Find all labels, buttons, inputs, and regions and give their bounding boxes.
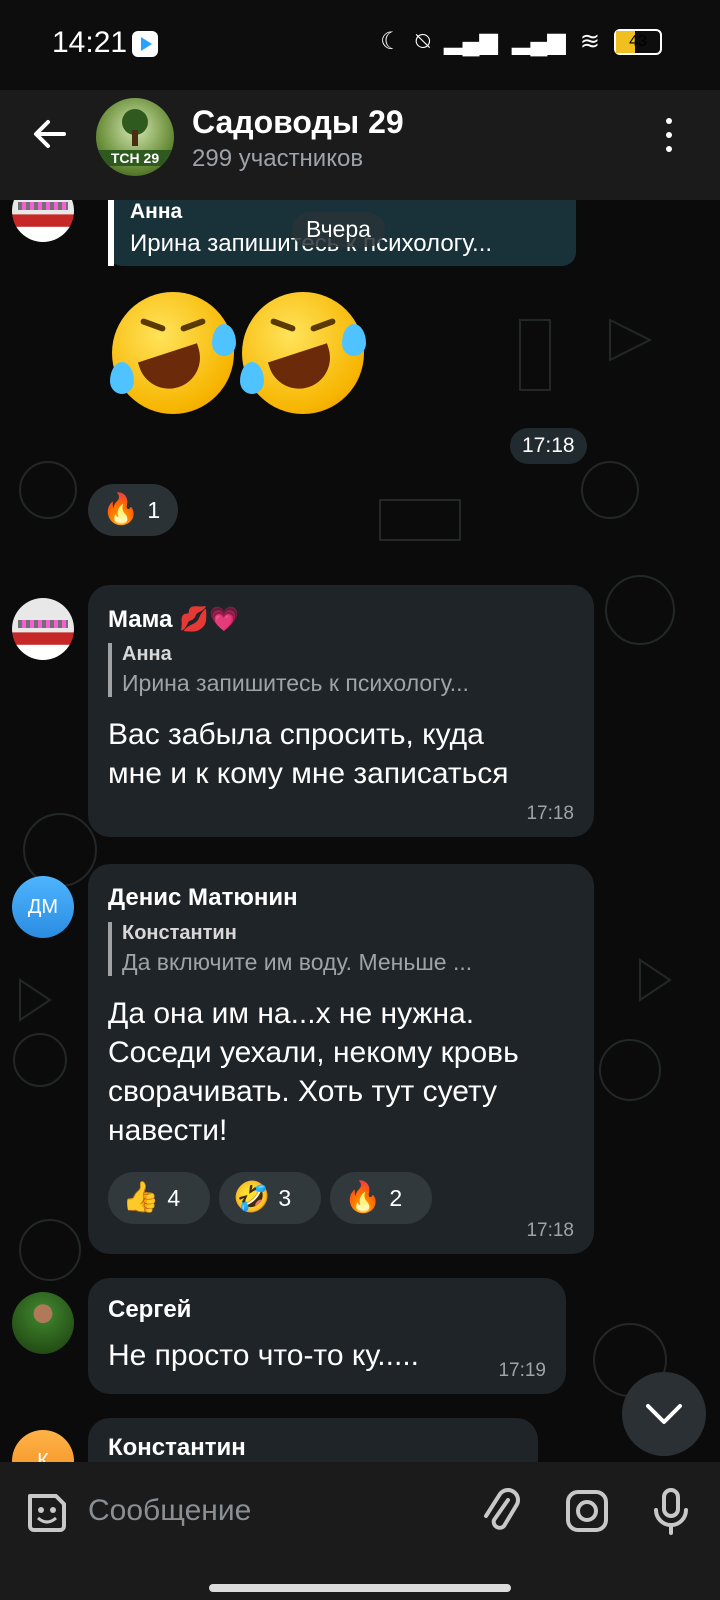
message-input[interactable]: Сообщение xyxy=(88,1484,448,1538)
reaction-count: 2 xyxy=(389,1184,403,1211)
message-time: 17:18 xyxy=(510,428,587,464)
status-icons: ☾ ⍉ ▂▄▆ ▂▄▆ ≋ 43 xyxy=(380,27,662,57)
message-time: 17:18 xyxy=(526,803,574,824)
muted-alarm-icon: ⍉ xyxy=(415,28,431,55)
reaction-chip[interactable]: 🔥 1 xyxy=(88,484,178,536)
avatar[interactable] xyxy=(12,1292,74,1354)
camera-icon[interactable] xyxy=(562,1486,612,1536)
play-store-icon xyxy=(132,31,158,57)
message-author[interactable]: Константин xyxy=(108,1434,246,1462)
fire-icon: 🔥 xyxy=(344,1181,382,1214)
paperclip-icon[interactable] xyxy=(476,1486,526,1536)
laughing-icon: 🤣 xyxy=(233,1181,271,1214)
group-avatar-label: ТСН 29 xyxy=(96,150,174,166)
thumbs-up-icon: 👍 xyxy=(122,1181,160,1214)
microphone-icon[interactable] xyxy=(646,1486,696,1536)
battery-icon: 43 xyxy=(614,29,662,55)
moon-icon: ☾ xyxy=(380,28,402,55)
date-separator: Вчера xyxy=(292,212,385,247)
participants-count: 299 участников xyxy=(192,145,364,172)
chat-header: ТСН 29 Садоводы 29 299 участников xyxy=(0,90,720,200)
signal-icon-1: ▂▄▆ xyxy=(444,28,498,55)
chat-area[interactable]: Анна Ирина запишитесь к психологу... Вче… xyxy=(0,200,720,1462)
message-text: Не просто что-то ку..... xyxy=(108,1339,419,1372)
sticker-icon[interactable] xyxy=(22,1486,72,1536)
reaction-chip[interactable]: 🤣 3 xyxy=(219,1172,321,1224)
message-text: Вас забыла спросить, куда мне и к кому м… xyxy=(108,718,509,790)
reaction-count: 4 xyxy=(167,1184,181,1211)
reply-author: Анна xyxy=(122,643,172,665)
home-indicator[interactable] xyxy=(209,1584,511,1592)
laughing-emoji xyxy=(240,292,366,414)
laughing-emoji xyxy=(110,292,236,414)
message-time: 17:18 xyxy=(526,1220,574,1241)
status-bar: 14:21 ☾ ⍉ ▂▄▆ ▂▄▆ ≋ 43 xyxy=(0,0,720,90)
message-bubble[interactable]: Константин xyxy=(88,1418,538,1462)
message-bubble[interactable]: Денис Матюнин Константин Да включите им … xyxy=(88,864,594,1254)
status-time: 14:21 xyxy=(52,26,128,59)
chat-title[interactable]: Садоводы 29 xyxy=(192,104,404,141)
signal-icon-2: ▂▄▆ xyxy=(511,28,566,55)
reaction-count: 3 xyxy=(278,1184,292,1211)
reaction-count: 1 xyxy=(147,496,161,523)
back-arrow-icon[interactable] xyxy=(28,112,72,156)
wifi-icon: ≋ xyxy=(579,28,600,55)
message-input-bar: Сообщение xyxy=(0,1462,720,1600)
avatar[interactable] xyxy=(12,598,74,660)
avatar[interactable]: ДМ xyxy=(12,876,74,938)
reply-quote[interactable]: Константин Да включите им воду. Меньше .… xyxy=(108,922,562,976)
message-time: 17:19 xyxy=(498,1360,546,1381)
message-text: Да она им на...х не нужна. Соседи уехали… xyxy=(108,997,519,1147)
message-author[interactable]: Денис Матюнин xyxy=(108,884,298,912)
fire-icon: 🔥 xyxy=(102,493,140,526)
message-author[interactable]: Сергей xyxy=(108,1296,191,1324)
scroll-down-button[interactable] xyxy=(622,1372,706,1456)
reply-quote[interactable]: Анна Ирина запишитесь к психологу... xyxy=(108,643,562,697)
reaction-chip[interactable]: 🔥 2 xyxy=(330,1172,432,1224)
reply-text: Ирина запишитесь к психологу... xyxy=(122,670,469,696)
chevron-down-icon xyxy=(646,1404,682,1424)
reply-text: Да включите им воду. Меньше ... xyxy=(122,949,473,975)
group-avatar[interactable]: ТСН 29 xyxy=(96,98,174,176)
message-author[interactable]: Мама 💋💗 xyxy=(108,605,239,634)
reply-author: Анна xyxy=(130,200,183,223)
tree-icon xyxy=(122,109,148,146)
more-menu-icon[interactable] xyxy=(662,118,676,158)
reply-author: Константин xyxy=(122,922,237,944)
reaction-chip[interactable]: 👍 4 xyxy=(108,1172,210,1224)
message-bubble[interactable]: Сергей Не просто что-то ку..... 17:19 xyxy=(88,1278,566,1394)
message-bubble[interactable]: Мама 💋💗 Анна Ирина запишитесь к психолог… xyxy=(88,585,594,837)
